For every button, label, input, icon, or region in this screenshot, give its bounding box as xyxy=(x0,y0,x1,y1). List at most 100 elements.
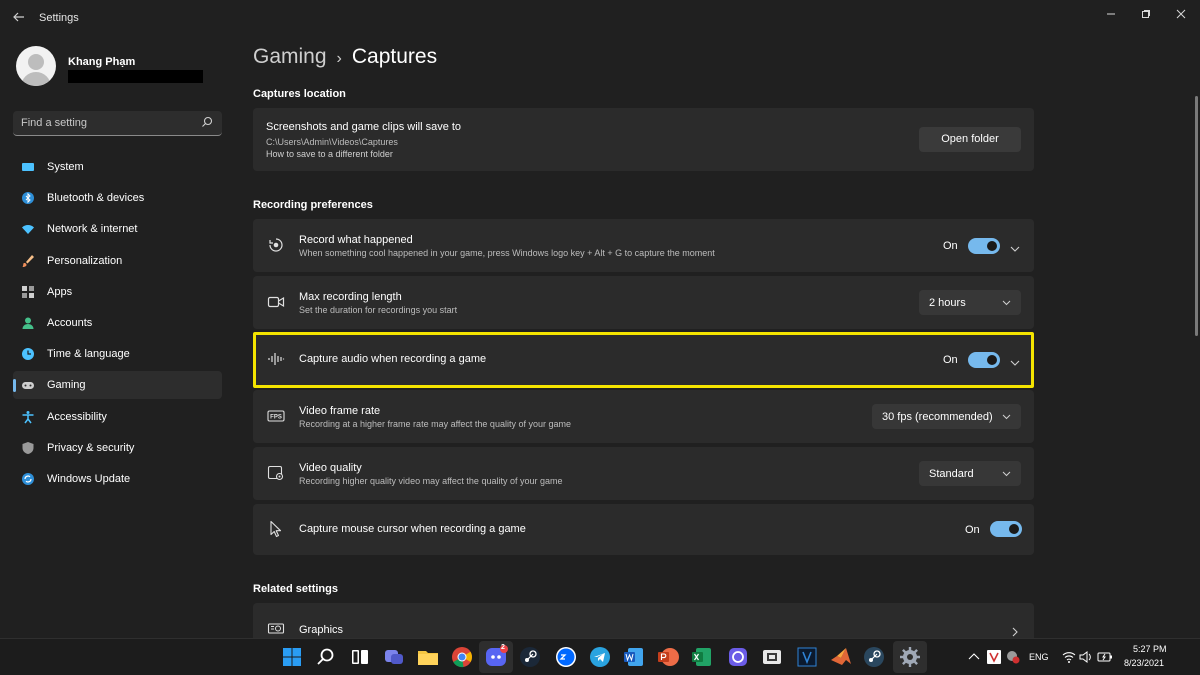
sidebar-item-bluetooth[interactable]: Bluetooth & devices xyxy=(13,184,222,212)
back-arrow-icon[interactable] xyxy=(10,10,28,28)
video-quality-desc: Recording higher quality video may affec… xyxy=(299,476,563,486)
scrollbar[interactable] xyxy=(1195,96,1198,336)
sidebar-item-privacy-security[interactable]: Privacy & security xyxy=(13,434,222,462)
video-frame-rate-card: FPS Video frame rate Recording at a high… xyxy=(253,390,1034,443)
sidebar-nav: System Bluetooth & devices Network & int… xyxy=(13,153,222,496)
redacted-email xyxy=(68,70,203,83)
settings-gear-icon[interactable] xyxy=(898,645,922,669)
chevron-down-icon xyxy=(1002,469,1011,478)
app-circle-icon[interactable] xyxy=(726,645,750,669)
graphics-card[interactable]: Graphics xyxy=(253,603,1034,638)
video-frame-rate-select[interactable]: 30 fps (recommended) xyxy=(872,404,1021,429)
sidebar-item-label: Accounts xyxy=(47,316,93,329)
graphics-card-icon xyxy=(267,620,285,638)
record-what-happened-toggle[interactable] xyxy=(968,238,1000,254)
video-camera-icon xyxy=(267,293,285,311)
task-view-icon[interactable] xyxy=(348,645,372,669)
captures-path: C:\Users\Admin\Videos\Captures xyxy=(266,137,398,147)
discord-icon[interactable]: 2 xyxy=(484,644,508,669)
excel-icon[interactable] xyxy=(690,645,714,669)
search-input[interactable] xyxy=(21,115,191,131)
open-folder-button[interactable]: Open folder xyxy=(919,127,1021,152)
chevron-down-icon xyxy=(1002,412,1011,421)
globe-clock-icon xyxy=(21,347,35,361)
sidebar-item-network[interactable]: Network & internet xyxy=(13,215,222,243)
video-quality-select[interactable]: Standard xyxy=(919,461,1021,486)
chevron-up-icon[interactable] xyxy=(966,645,982,669)
telegram-icon[interactable] xyxy=(588,645,612,669)
video-frame-rate-title: Video frame rate xyxy=(299,405,381,417)
avatar[interactable] xyxy=(16,46,56,86)
language-indicator[interactable]: ENG xyxy=(1029,652,1049,662)
steam-icon[interactable] xyxy=(518,645,542,669)
app-title: Settings xyxy=(39,12,79,24)
sidebar-item-label: Privacy & security xyxy=(47,441,135,454)
chevron-down-icon xyxy=(1002,298,1011,307)
clock-date[interactable]: 8/23/2021 xyxy=(1124,658,1164,668)
snipping-tool-icon[interactable] xyxy=(760,645,784,669)
record-what-happened-card[interactable]: Record what happened When something cool… xyxy=(253,219,1034,272)
save-location-link[interactable]: How to save to a different folder xyxy=(266,149,393,159)
battery-icon[interactable] xyxy=(1097,645,1113,669)
volume-icon[interactable] xyxy=(1079,645,1093,669)
restore-button[interactable] xyxy=(1131,6,1161,26)
sidebar-item-personalization[interactable]: Personalization xyxy=(13,247,222,275)
breadcrumb-parent[interactable]: Gaming xyxy=(253,45,327,68)
sidebar-item-accessibility[interactable]: Accessibility xyxy=(13,403,222,431)
sidebar-item-label: Personalization xyxy=(47,254,123,267)
zalo-icon[interactable] xyxy=(554,645,578,669)
v-app-icon[interactable] xyxy=(795,645,819,669)
chrome-icon[interactable] xyxy=(450,645,474,669)
video-settings-icon xyxy=(267,464,285,482)
apps-icon xyxy=(21,285,35,299)
file-explorer-icon[interactable] xyxy=(416,645,440,669)
matlab-icon[interactable] xyxy=(829,645,853,669)
brush-icon xyxy=(21,254,35,268)
clock-time[interactable]: 5:27 PM xyxy=(1133,644,1167,654)
sidebar-item-gaming[interactable]: Gaming xyxy=(13,371,222,400)
capture-mouse-cursor-title: Capture mouse cursor when recording a ga… xyxy=(299,523,526,535)
sidebar-item-windows-update[interactable]: Windows Update xyxy=(13,465,222,493)
powerpoint-icon[interactable] xyxy=(656,645,680,669)
video-frame-rate-desc: Recording at a higher frame rate may aff… xyxy=(299,419,571,429)
max-recording-length-select[interactable]: 2 hours xyxy=(919,290,1021,315)
sidebar-item-label: System xyxy=(47,161,84,173)
notification-badge: 2 xyxy=(501,644,505,651)
sidebar-item-accounts[interactable]: Accounts xyxy=(13,309,222,337)
bluetooth-icon xyxy=(21,191,35,205)
sidebar-item-time-language[interactable]: Time & language xyxy=(13,340,222,368)
highlight-box xyxy=(253,332,1034,388)
accessibility-icon xyxy=(21,410,35,424)
capture-mouse-cursor-toggle[interactable] xyxy=(990,521,1022,537)
breadcrumb-separator: › xyxy=(336,50,342,67)
person-icon xyxy=(21,316,35,330)
start-button-icon[interactable] xyxy=(280,645,304,669)
user-name: Khang Phạm xyxy=(68,56,136,68)
update-icon xyxy=(21,472,35,486)
search-box[interactable] xyxy=(13,111,222,136)
tray-app-icon[interactable] xyxy=(986,645,1002,669)
captures-location-card: Screenshots and game clips will save to … xyxy=(253,108,1034,171)
sidebar-item-label: Network & internet xyxy=(47,223,138,236)
record-what-happened-title: Record what happened xyxy=(299,234,413,246)
record-what-happened-desc: When something cool happened in your gam… xyxy=(299,248,715,258)
steam-secondary-icon[interactable] xyxy=(862,645,886,669)
chat-icon[interactable] xyxy=(382,645,406,669)
minimize-button[interactable] xyxy=(1096,6,1126,26)
chevron-down-icon[interactable] xyxy=(1010,241,1020,252)
sidebar-item-label: Windows Update xyxy=(47,472,131,485)
gamepad-icon xyxy=(21,378,35,392)
sidebar-item-label: Gaming xyxy=(47,379,86,392)
tray-status-icon[interactable] xyxy=(1005,645,1021,669)
toggle-state-label: On xyxy=(943,240,958,252)
wifi-icon[interactable] xyxy=(1062,645,1076,669)
close-button[interactable] xyxy=(1166,6,1196,26)
chevron-right-icon[interactable] xyxy=(1010,624,1020,637)
search-icon[interactable] xyxy=(200,115,214,129)
sidebar-item-system[interactable]: System xyxy=(13,153,222,181)
search-icon[interactable] xyxy=(314,645,338,669)
sidebar-item-apps[interactable]: Apps xyxy=(13,278,222,306)
shield-icon xyxy=(21,441,35,455)
word-icon[interactable] xyxy=(622,645,646,669)
graphics-title: Graphics xyxy=(299,624,344,636)
